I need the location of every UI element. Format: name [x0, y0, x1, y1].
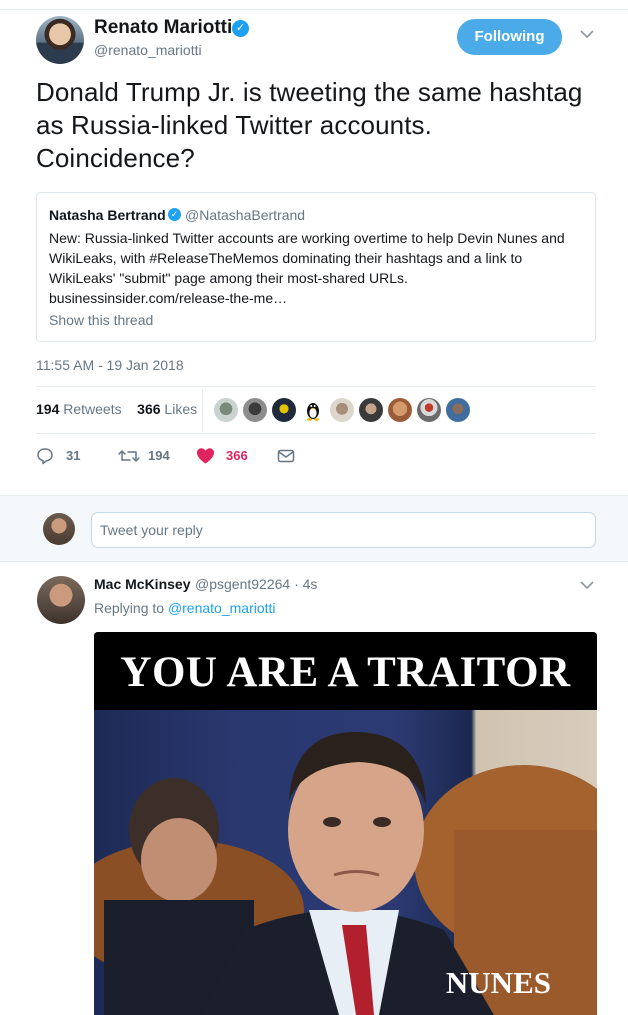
media-banner: YOU ARE A TRAITOR	[94, 632, 597, 710]
reply-action[interactable]: 31	[36, 446, 96, 466]
author-handle[interactable]: @renato_mariotti	[94, 42, 202, 58]
tweet-text: Donald Trump Jr. is tweeting the same ha…	[36, 77, 583, 173]
author-name[interactable]: Renato Mariotti	[94, 17, 232, 39]
divider	[36, 386, 596, 387]
retweet-icon	[118, 450, 140, 462]
show-thread-link[interactable]: Show this thread	[49, 312, 153, 328]
reply-icon	[37, 448, 53, 465]
likes-count[interactable]: 366	[137, 401, 160, 417]
like-action[interactable]: 366	[196, 446, 266, 466]
liker-avatar[interactable]	[214, 398, 238, 422]
replying-to-link[interactable]: @renato_mariotti	[168, 600, 276, 616]
retweets-count[interactable]: 194	[36, 401, 59, 417]
liker-avatar[interactable]	[272, 398, 296, 422]
author-avatar[interactable]	[36, 16, 84, 64]
quoted-author-name[interactable]: Natasha Bertrand	[49, 207, 166, 223]
reply-author-avatar[interactable]	[37, 576, 85, 624]
main-tweet: Renato Mariotti ✓ @renato_mariotti Follo…	[0, 0, 628, 495]
liker-avatar[interactable]	[446, 398, 470, 422]
liker-avatar[interactable]	[330, 398, 354, 422]
media-title-text: YOU ARE A TRAITOR	[120, 649, 571, 696]
reply-input[interactable]: Tweet your reply	[91, 512, 596, 548]
message-action[interactable]	[277, 446, 297, 466]
heart-icon	[197, 448, 214, 464]
media-caption-text: NUNES	[445, 965, 551, 1000]
liker-avatar[interactable]	[388, 398, 412, 422]
retweets-label[interactable]: Retweets	[63, 401, 121, 417]
retweet-count: 194	[148, 448, 170, 463]
liker-avatar[interactable]	[417, 398, 441, 422]
liker-avatar[interactable]	[301, 398, 325, 422]
quoted-author-handle[interactable]: @NatashaBertrand	[185, 207, 305, 223]
like-count: 366	[226, 448, 248, 463]
reply-composer: Tweet your reply	[0, 495, 628, 562]
media-photo: NUNES	[94, 710, 597, 1015]
reply-tweet: Mac McKinsey @psgent92264 · 4s Replying …	[0, 562, 628, 1015]
verified-badge-icon: ✓	[232, 20, 249, 37]
reply-author-handle[interactable]: @psgent92264 · 4s	[195, 576, 317, 592]
quoted-tweet[interactable]: Natasha Bertrand ✓ @NatashaBertrand New:…	[36, 192, 596, 342]
liker-avatar[interactable]	[243, 398, 267, 422]
chevron-down-icon[interactable]	[580, 28, 594, 42]
tweet-timestamp[interactable]: 11:55 AM - 19 Jan 2018	[36, 357, 184, 373]
replying-prefix: Replying to	[94, 600, 165, 616]
reply-media-image[interactable]: YOU ARE A TRAITOR NUNES	[94, 632, 597, 1015]
current-user-avatar	[43, 513, 75, 545]
quoted-tweet-text: New: Russia-linked Twitter accounts are …	[49, 230, 565, 306]
chevron-down-icon[interactable]	[580, 578, 594, 593]
reply-author-name[interactable]: Mac McKinsey	[94, 576, 190, 592]
liker-avatar[interactable]	[359, 398, 383, 422]
tweet-stats: 194 Retweets 366 Likes	[36, 401, 197, 417]
reply-count: 31	[66, 448, 81, 463]
stats-divider	[202, 389, 203, 432]
replying-to: Replying to @renato_mariotti	[94, 600, 276, 616]
likes-label[interactable]: Likes	[164, 401, 197, 417]
retweet-action[interactable]: 194	[118, 446, 188, 466]
verified-badge-icon: ✓	[168, 208, 181, 221]
divider	[36, 433, 596, 434]
following-button[interactable]: Following	[457, 19, 562, 55]
envelope-icon	[277, 449, 295, 463]
